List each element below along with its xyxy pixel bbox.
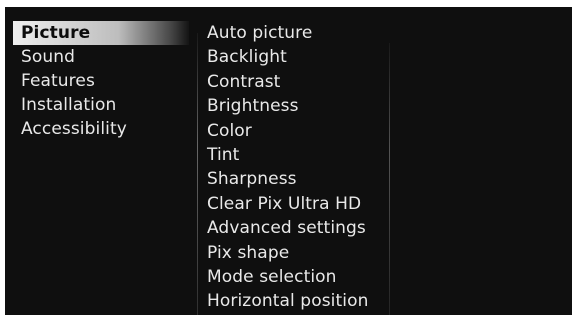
submenu-item-pix-shape[interactable]: Pix shape: [207, 241, 397, 265]
menu-item-picture[interactable]: Picture: [13, 21, 189, 45]
menu-item-sound[interactable]: Sound: [13, 45, 189, 69]
submenu-divider: [389, 43, 390, 315]
menu-item-features[interactable]: Features: [13, 69, 189, 93]
menu-item-installation[interactable]: Installation: [13, 93, 189, 117]
picture-submenu: Auto picture Backlight Contrast Brightne…: [207, 21, 397, 314]
submenu-item-color[interactable]: Color: [207, 119, 397, 143]
submenu-item-mode-selection[interactable]: Mode selection: [207, 265, 397, 289]
submenu-item-brightness[interactable]: Brightness: [207, 94, 397, 118]
menu-divider: [197, 33, 198, 315]
submenu-item-clear-pix-ultra-hd[interactable]: Clear Pix Ultra HD: [207, 192, 397, 216]
submenu-item-horizontal-position[interactable]: Horizontal position: [207, 289, 397, 313]
menu-item-accessibility[interactable]: Accessibility: [13, 117, 189, 141]
submenu-item-auto-picture[interactable]: Auto picture: [207, 21, 397, 45]
submenu-item-tint[interactable]: Tint: [207, 143, 397, 167]
tv-menu-screen: Picture Sound Features Installation Acce…: [5, 7, 572, 315]
submenu-item-sharpness[interactable]: Sharpness: [207, 167, 397, 191]
main-menu: Picture Sound Features Installation Acce…: [13, 21, 189, 141]
submenu-item-contrast[interactable]: Contrast: [207, 70, 397, 94]
submenu-item-backlight[interactable]: Backlight: [207, 45, 397, 69]
submenu-item-advanced-settings[interactable]: Advanced settings: [207, 216, 397, 240]
